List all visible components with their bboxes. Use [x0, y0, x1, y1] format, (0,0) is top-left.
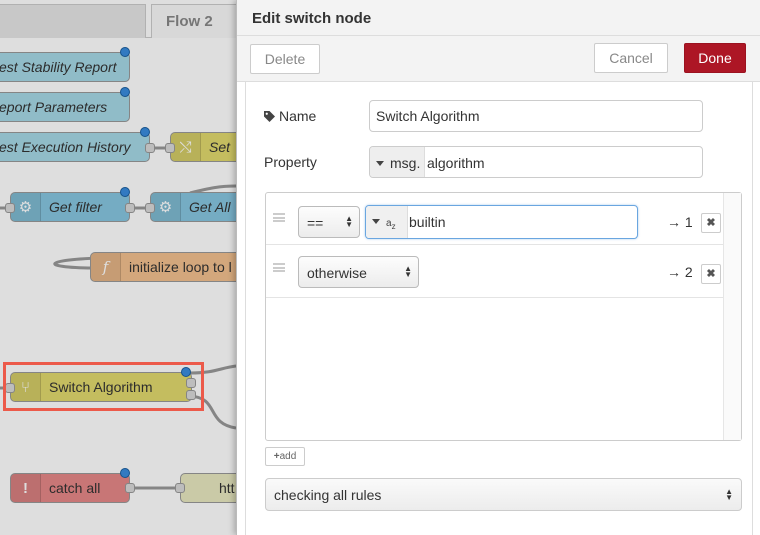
remove-rule-button[interactable]: ✖	[701, 264, 721, 284]
cancel-button[interactable]: Cancel	[594, 43, 668, 73]
caret-down-icon	[376, 161, 384, 166]
workspace-dim-overlay	[0, 0, 236, 535]
rule-operator-select[interactable]: otherwise ▲ ▼	[298, 256, 419, 288]
select-arrows-icon: ▲ ▼	[404, 264, 412, 279]
rule-output-label: → 1	[667, 214, 693, 230]
tray-toolbar: Delete Cancel Done	[237, 36, 760, 82]
select-arrows-icon: ▲ ▼	[725, 487, 733, 502]
rule-operator-select[interactable]: == ▲ ▼	[298, 206, 360, 238]
selection-highlight	[3, 362, 204, 411]
string-type-icon: az	[386, 218, 396, 231]
rules-list[interactable]: == ▲ ▼ az builtin → 1 ✖ otherwise ▲ ▼ → …	[265, 192, 742, 441]
drag-handle-icon[interactable]	[273, 213, 285, 222]
rule-output-label: → 2	[667, 264, 693, 280]
name-input[interactable]: Switch Algorithm	[369, 100, 703, 132]
remove-rule-button[interactable]: ✖	[701, 213, 721, 233]
edit-switch-node-tray: Edit switch node Delete Cancel Done Name…	[236, 0, 760, 535]
rule-operator-value: otherwise	[307, 265, 367, 281]
rule-operator-value: ==	[307, 215, 324, 231]
add-rule-button[interactable]: +add	[265, 447, 305, 466]
tray-body: Name Switch Algorithm Property msg. algo…	[245, 82, 753, 535]
tray-title: Edit switch node	[252, 10, 372, 27]
rules-scrollbar[interactable]	[723, 193, 741, 440]
rule-value-type-select[interactable]: az	[366, 206, 408, 238]
drag-handle-icon[interactable]	[273, 263, 285, 272]
property-input[interactable]: msg. algorithm	[369, 146, 703, 178]
property-type-select[interactable]: msg.	[370, 147, 425, 177]
rule-row: otherwise ▲ ▼ → 2 ✖	[266, 245, 723, 298]
rule-value-text: builtin	[409, 214, 446, 230]
rule-row: == ▲ ▼ az builtin → 1 ✖	[266, 193, 723, 245]
tray-header: Edit switch node	[237, 0, 760, 36]
property-value: algorithm	[427, 155, 485, 171]
name-label: Name	[264, 108, 316, 124]
property-prefix: msg.	[390, 155, 421, 171]
property-label: Property	[264, 154, 317, 170]
delete-button[interactable]: Delete	[250, 44, 320, 74]
check-mode-select[interactable]: checking all rules ▲ ▼	[265, 478, 742, 511]
flow-workspace[interactable]: Flow 2 est Stability Report eport Parame…	[0, 0, 236, 535]
select-arrows-icon: ▲ ▼	[345, 214, 353, 229]
tag-icon	[264, 111, 275, 122]
caret-down-icon	[372, 219, 380, 224]
rule-value-input[interactable]: az builtin	[365, 205, 638, 239]
check-mode-value: checking all rules	[274, 487, 382, 503]
name-label-text: Name	[279, 108, 317, 124]
done-button[interactable]: Done	[684, 43, 746, 73]
add-rule-label: add	[279, 451, 297, 462]
